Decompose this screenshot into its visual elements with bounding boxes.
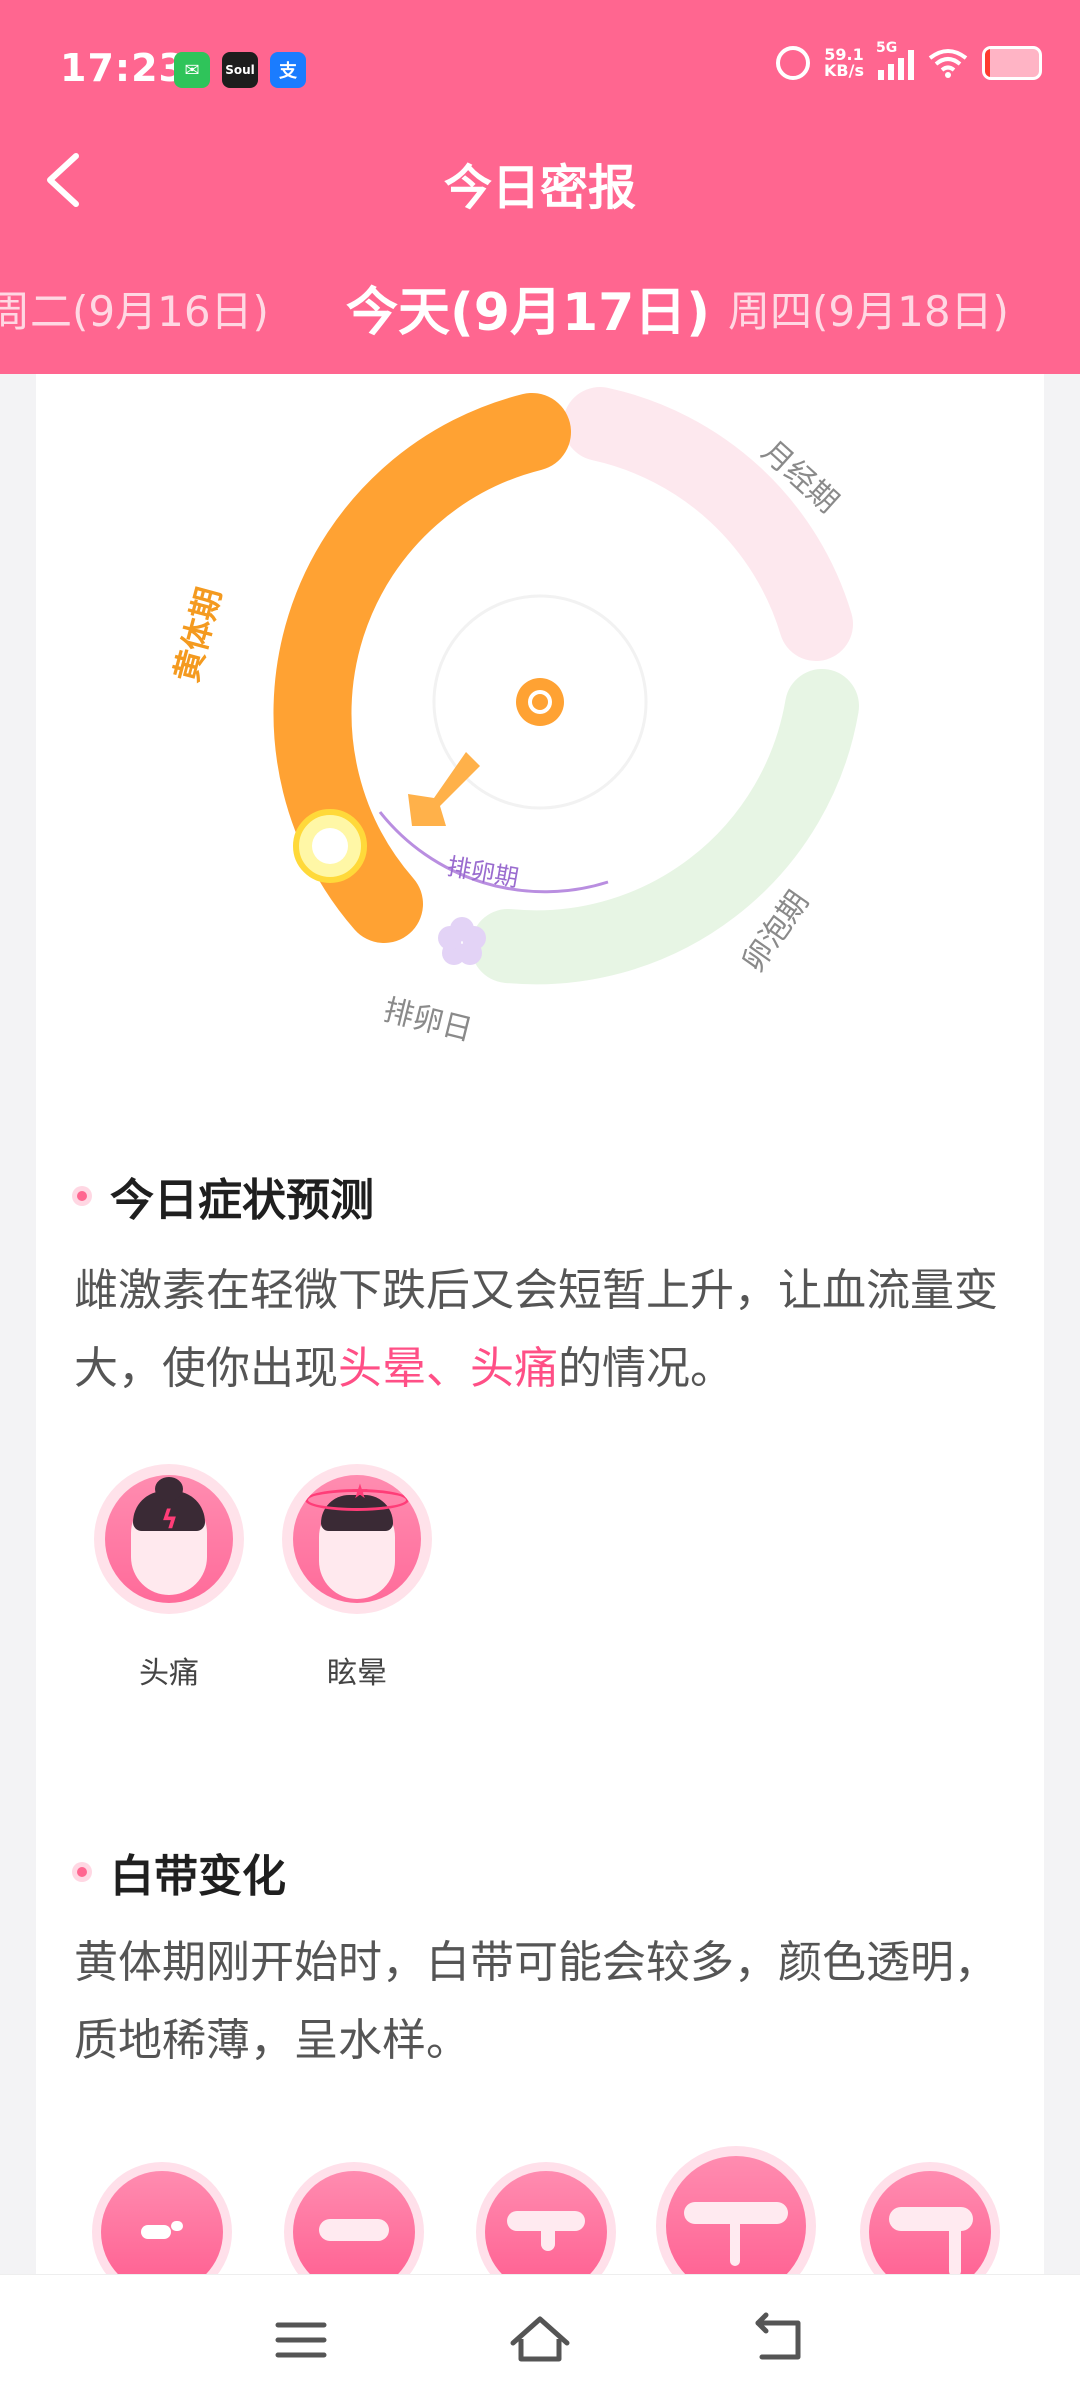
tab-prev-day[interactable]: 周二(9月16日) (0, 278, 269, 339)
symptom-text-end: 的情况。 (558, 1343, 734, 1394)
soul-icon: Soul (222, 52, 258, 88)
status-bar: 17:23 ✉ Soul 支 59.1 KB/s 5G (0, 0, 1080, 140)
signal-icon: 5G (876, 40, 914, 80)
alarm-icon (776, 46, 811, 80)
back-icon[interactable] (744, 2305, 814, 2375)
symptom-label: 头痛 (139, 1656, 199, 1691)
date-tabs: 周二(9月16日) 今天(9月17日) 周四(9月18日) (0, 278, 1080, 348)
label-ovulation-day: 排卵日 (380, 993, 476, 1049)
label-ovulation-period: 排卵期 (445, 852, 521, 892)
status-time: 17:23 (60, 46, 186, 90)
status-right: 59.1 KB/s 5G (776, 40, 1042, 80)
tab-next-day[interactable]: 周四(9月18日) (728, 278, 1009, 339)
arrow-icon (408, 752, 480, 826)
wifi-icon (928, 49, 968, 78)
symptom-title-text: 今日症状预测 (110, 1175, 374, 1226)
label-luteal: 黄体期 (167, 583, 229, 686)
symptom-item-headache[interactable]: ϟ 头痛 (94, 1464, 244, 1692)
alipay-icon: 支 (270, 52, 306, 88)
symptom-description: 雌激素在轻微下跌后又会短暂上升，让血流量变大，使你出现头晕、头痛的情况。 (74, 1252, 1024, 1408)
symptom-section-title: 今日症状预测 (72, 1164, 374, 1228)
network-type: 5G (876, 40, 898, 56)
discharge-section-title: 白带变化 (72, 1840, 286, 1904)
net-speed-unit: KB/s (824, 61, 864, 80)
battery-level (985, 49, 991, 77)
page-title: 今日密报 (443, 160, 636, 216)
cycle-ring: 月经期 卵泡期 排卵日 排卵期 黄体期 (167, 387, 859, 1049)
tab-today[interactable]: 今天(9月17日) (346, 270, 710, 345)
discharge-title-text: 白带变化 (110, 1851, 286, 1902)
menu-icon[interactable] (266, 2305, 336, 2375)
symptom-highlight: 头晕、头痛 (338, 1343, 558, 1394)
dizzy-face-icon: ★ (282, 1464, 432, 1614)
home-icon[interactable] (505, 2305, 575, 2375)
system-nav-bar (0, 2274, 1080, 2400)
net-speed: 59.1 KB/s (824, 47, 864, 79)
section-dot (72, 1862, 92, 1882)
discharge-description: 黄体期刚开始时，白带可能会较多，颜色透明，质地稀薄，呈水样。 (74, 1937, 998, 2066)
battery-icon (982, 46, 1042, 80)
headache-face-icon: ϟ (94, 1464, 244, 1614)
wechat-icon: ✉ (174, 52, 210, 88)
symptom-item-dizzy[interactable]: ★ 眩晕 (282, 1464, 432, 1692)
section-dot (72, 1186, 92, 1206)
header: 17:23 ✉ Soul 支 59.1 KB/s 5G 今日密报 周二(9月16… (0, 0, 1080, 374)
content-card: 月经期 卵泡期 排卵日 排卵期 黄体期 今日症状预测 雌激素在轻微下跌后又会短暂… (36, 374, 1044, 2306)
symptom-label: 眩晕 (327, 1656, 387, 1691)
